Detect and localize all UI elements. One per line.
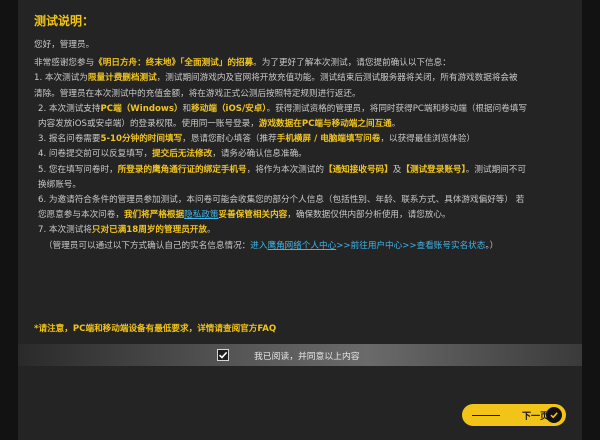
item-highlight: 游戏数据在PC端与移动端之间互通 [258,119,392,130]
item-highlight: 妥善保管相关内容 [218,210,288,221]
item-2-cont: 内容发放iOS或安卓端）的登录权限。使用同一账号登录，游戏数据在PC端与移动端之… [34,117,576,132]
item-text: 5. 您在填写问卷时， [38,164,118,175]
item-highlight: 所登录的鹰角通行证的绑定手机号 [117,164,247,175]
item-highlight: 我们将严格根据 [123,210,185,221]
item-text: ，确保数据仅供内部分析使用，请您放心。 [287,210,451,221]
item-text: 内容发放iOS或安卓端）的登录权限。使用同一账号登录， [38,119,259,130]
item-highlight: 限量计费删档测试 [87,73,157,84]
next-page-button[interactable]: 下一页 [462,404,566,426]
item-5-cont: 换绑账号。 [38,179,81,190]
intro-text: 非常感谢您参与 [34,58,95,69]
item-text: ，请务必确认信息准确。 [212,149,307,160]
item-text: 1. 本次测试为 [34,73,88,84]
item-highlight: 5-10分钟的时间填写 [100,134,183,145]
next-page-label: 下一页 [522,411,550,422]
item-text: 和 [182,103,192,114]
item-2: 2. 本次测试支持PC端（Windows）和移动端（iOS/安卓）。获得测试资格… [34,102,576,117]
item-text: ，以获得最佳浏览体验） [380,134,475,145]
item-text: 您愿意参与本次问卷， [38,210,124,221]
item-3: 3. 报名问卷需要5-10分钟的时间填写，恳请您耐心填答（推荐手机横屏 / 电脑… [34,132,576,147]
item-text: 4. 问卷提交前可以反复填写， [38,149,153,160]
item-text: 。测试期间不可 [465,164,526,175]
user-center-link[interactable]: 鹰角网络个人中心 [267,241,336,251]
item-highlight: PC端（Windows） [100,103,183,114]
page-frame: 测试说明： 您好，管理员。 非常感谢您参与《明日方舟：终末地》「全面测试」的招募… [0,0,600,440]
item-highlight: 移动端（iOS/安卓） [191,103,267,114]
item-highlight: 手机横屏 / 电脑端填写问卷 [276,134,381,145]
device-notice: *请注意，PC端和移动端设备有最低要求，详情请查阅官方FAQ [34,324,277,334]
intro-text: 。为了更好了解本次测试，请您提前确认以下信息： [253,58,451,69]
decorative-line [472,414,500,416]
item-text: ，将作为本次测试的 [246,164,324,175]
item-6: 6. 为邀请符合条件的管理员参加测试，本问卷可能会收集您的部分个人信息（包括性别… [38,195,525,206]
intro: 非常感谢您参与《明日方舟：终末地》「全面测试」的招募。为了更好了解本次测试，请您… [34,56,576,71]
hint-text: （管理员可以通过以下方式确认自己的实名信息情况： [44,240,251,251]
item-text: ，恳请您耐心填答（推荐 [182,134,277,145]
item-highlight: 只对已满18周岁的管理员开放 [91,225,207,236]
item-text: ，测试期间游戏内及官网将开放充值功能。测试结束后测试服务器将关闭，所有游戏数据将… [156,73,518,84]
intro-highlight: 《明日方舟：终末地》「全面测试」的招募 [94,58,254,69]
item-highlight: 【测试登录账号】 [401,164,466,175]
item-text: 。获得测试资格的管理员，将同时获得PC端和移动端（根据问卷填写 [266,103,527,114]
item-text: 。 [207,225,216,236]
item-highlight: 提交后无法修改 [152,149,213,160]
realname-hint: （管理员可以通过以下方式确认自己的实名信息情况：进入鹰角网络个人中心>>前往用户… [34,239,576,254]
item-text: 2. 本次测试支持 [38,103,101,114]
item-7: 7. 本次测试将只对已满18周岁的管理员开放。 [34,223,576,238]
hint-text: 。） [485,240,499,251]
check-circle-icon [546,407,562,423]
check-icon [218,351,228,359]
item-4: 4. 问卷提交前可以反复填写，提交后无法修改，请务必确认信息准确。 [34,147,576,162]
hint-link-text: >>前往用户中心>>查看账号实名状态 [336,240,486,251]
item-5: 5. 您在填写问卷时，所登录的鹰角通行证的绑定手机号，将作为本次测试的【通知接收… [34,163,576,178]
greeting: 您好，管理员。 [34,40,95,50]
item-highlight: 【通知接收号码】 [323,164,393,175]
hint-link-text: 进入 [250,240,268,251]
privacy-policy-link[interactable]: 隐私政策 [184,210,218,220]
agree-label[interactable]: 我已阅读，并同意以上内容 [254,349,360,362]
item-1: 1. 本次测试为限量计费删档测试，测试期间游戏内及官网将开放充值功能。测试结束后… [34,71,576,86]
agree-checkbox[interactable] [217,349,229,361]
page-title: 测试说明： [34,14,95,28]
item-6-cont: 您愿意参与本次问卷，我们将严格根据隐私政策妥善保管相关内容，确保数据仅供内部分析… [34,208,576,223]
item-text: 3. 报名问卷需要 [38,134,101,145]
item-1-cont: 清除。管理员在本次测试中的充值金额，将在游戏正式公测后按照特定规则进行返还。 [34,88,361,99]
notice-content: 您好，管理员。 非常感谢您参与《明日方舟：终末地》「全面测试」的招募。为了更好了… [34,38,576,254]
item-text: 。 [391,119,401,130]
item-text: 7. 本次测试将 [38,225,92,236]
